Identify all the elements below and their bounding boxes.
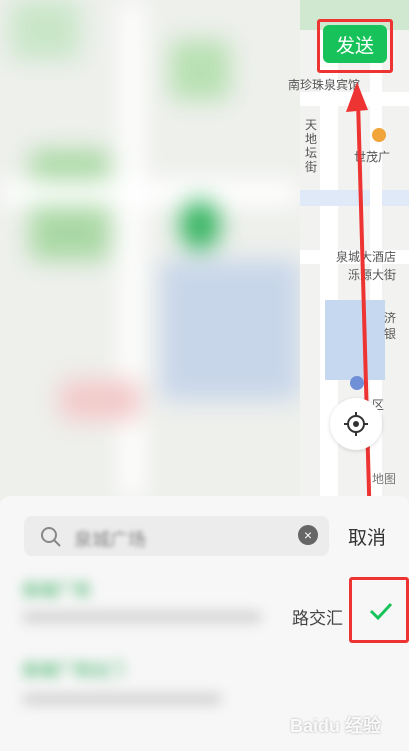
watermark: Baidu 经验 xyxy=(290,716,382,736)
result-name: 泉城广场北门 xyxy=(22,661,124,680)
checkmark-icon xyxy=(369,602,393,621)
search-input[interactable]: 泉城广场 xyxy=(74,526,146,552)
locate-button[interactable] xyxy=(330,398,382,450)
result-address-placeholder xyxy=(22,611,262,623)
crosshair-icon xyxy=(344,412,368,436)
result-item-selected[interactable]: 泉城广场 xyxy=(22,576,282,623)
search-field[interactable]: 泉城广场 xyxy=(24,516,329,556)
clear-icon[interactable]: × xyxy=(298,525,318,545)
search-icon xyxy=(41,527,61,547)
result-address-placeholder xyxy=(22,693,222,705)
result-item[interactable]: 泉城广场北门 xyxy=(22,656,282,705)
result-name: 泉城广场 xyxy=(22,581,90,600)
result-address: 路交汇 xyxy=(292,609,343,628)
send-button[interactable]: 发送 xyxy=(323,25,387,63)
cancel-button[interactable]: 取消 xyxy=(348,523,386,550)
map-view[interactable]: 南珍珠泉宾馆 天地坛街 世茂广 泉城大酒店 泺源大街 济银 小区 地图 发送 xyxy=(0,0,409,500)
